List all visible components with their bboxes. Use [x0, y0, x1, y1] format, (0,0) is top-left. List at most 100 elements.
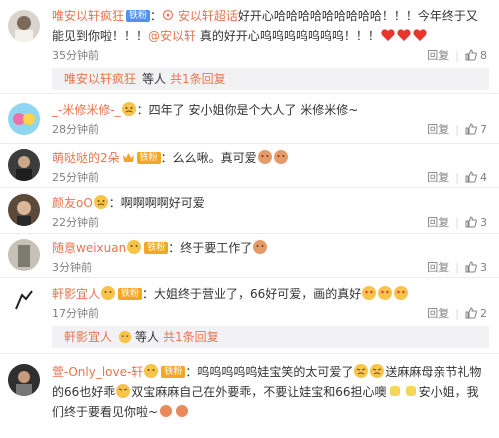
reply-button[interactable]: 回复: [427, 123, 449, 136]
comment-time: 17分钟前: [52, 307, 99, 320]
like-button[interactable]: 4: [465, 171, 487, 184]
avatar[interactable]: [8, 239, 40, 271]
reply-button[interactable]: 回复: [427, 171, 449, 184]
comment-username[interactable]: 萌哒哒的2朵: [52, 151, 120, 165]
emoji-cry-icon: [144, 364, 159, 378]
comment-time: 35分钟前: [52, 49, 99, 62]
avatar[interactable]: [8, 285, 40, 317]
emoji-cry-icon: [370, 364, 385, 378]
like-thumb-icon: [465, 123, 477, 135]
avatar[interactable]: [8, 10, 40, 42]
comment-item: 唯安以轩疯狂 铁粉： 安以轩超话好开心哈哈哈哈哈哈哈哈哈！！！今年终于又能见到你啦…: [0, 0, 499, 94]
comment-text: _-米修米修-_ ：四年了 安小姐你是个大人了 米修米修~: [52, 102, 359, 117]
heart-icon: [397, 29, 411, 41]
fan-badge: 铁粉: [136, 152, 161, 164]
emoji-cry-icon: [127, 240, 142, 254]
comment-item: 軒影宜人 铁粉 ：大姐终于营业了，66好可爱，画的真好 17分钟前 回复 | 2 軒影宜…: [0, 278, 499, 354]
fan-badge: 铁粉: [161, 366, 186, 378]
comment-time: 25分钟前: [52, 171, 99, 184]
comment-meta: 28分钟前 回复 | 7: [52, 120, 489, 140]
comment-username[interactable]: 萱-Only_love-轩: [52, 365, 143, 379]
avatar[interactable]: [8, 364, 40, 396]
like-thumb-icon: [465, 261, 477, 273]
reply-count-link[interactable]: 共1条回复: [163, 330, 219, 344]
emoji-heart-icon: [378, 286, 393, 300]
reply-count-link[interactable]: 共1条回复: [170, 72, 226, 86]
fan-badge: 铁粉: [144, 242, 169, 254]
heart-icon: [381, 29, 395, 41]
comment-time: 28分钟前: [52, 123, 99, 136]
comment-text: 萌哒哒的2朵 铁粉 ：么么啾。真可爱: [52, 148, 489, 168]
comment-meta: 17分钟前 回复 | 2: [52, 304, 489, 324]
like-button[interactable]: 3: [465, 216, 487, 229]
vip-crown-icon: [122, 153, 134, 162]
comment-text: 唯安以轩疯狂 铁粉： 安以轩超话好开心哈哈哈哈哈哈哈哈哈！！！今年终于又能见到你啦…: [52, 9, 478, 43]
like-thumb-icon: [465, 49, 477, 61]
mention-link[interactable]: @安以轩: [148, 29, 196, 43]
emoji-cry-icon: [116, 384, 131, 398]
emoji-hand-icon: [405, 386, 416, 396]
like-button[interactable]: 7: [465, 123, 487, 136]
comment-item: _-米修米修-_ ：四年了 安小姐你是个大人了 米修米修~ 28分钟前 回复 | 7: [0, 94, 499, 144]
fan-badge: 铁粉: [126, 10, 151, 22]
emoji-hand-icon: [176, 405, 189, 417]
like-thumb-icon: [465, 307, 477, 319]
comment-actions: 回复 | 4: [427, 171, 487, 184]
topic-link[interactable]: 安以轩超话: [162, 9, 238, 23]
reply-summary[interactable]: 軒影宜人 等人 共1条回复: [52, 326, 489, 348]
reply-button[interactable]: 回复: [427, 261, 449, 274]
comment-text: 随意weixuan 铁粉 ：终于要工作了: [52, 238, 489, 258]
emoji-hand-icon: [257, 150, 272, 164]
comment-meta: 22分钟前 回复 | 3: [52, 213, 489, 233]
reply-summary-user[interactable]: 唯安以轩疯狂: [64, 72, 136, 86]
emoji-hand-icon: [389, 386, 400, 396]
comment-actions: 回复 | 3: [427, 216, 487, 229]
comment-actions: 回复 | 2: [427, 307, 487, 320]
like-thumb-icon: [465, 171, 477, 183]
comment-time: 3分钟前: [52, 261, 92, 274]
like-button[interactable]: 2: [465, 307, 487, 320]
reply-button[interactable]: 回复: [427, 49, 449, 62]
comment-text: 軒影宜人 铁粉 ：大姐终于营业了，66好可爱，画的真好: [52, 284, 489, 304]
like-thumb-icon: [465, 216, 477, 228]
avatar[interactable]: [8, 149, 40, 181]
comment-username[interactable]: 颜友oO: [52, 196, 93, 210]
emoji-cry-icon: [354, 364, 369, 378]
comment-username[interactable]: 唯安以轩疯狂: [52, 9, 124, 23]
emoji-heart-icon: [394, 286, 409, 300]
fan-badge: 铁粉: [118, 288, 143, 300]
reply-summary-user[interactable]: 軒影宜人: [64, 330, 112, 344]
avatar[interactable]: [8, 194, 40, 226]
comment-actions: 回复 | 3: [427, 261, 487, 274]
comment-item: 萌哒哒的2朵 铁粉 ：么么啾。真可爱 25分钟前 回复 | 4: [0, 144, 499, 188]
like-button[interactable]: 8: [465, 49, 487, 62]
emoji-heart-icon: [362, 286, 377, 300]
comment-actions: 回复 | 7: [427, 123, 487, 136]
emoji-cry-icon: [118, 330, 132, 344]
reply-summary[interactable]: 唯安以轩疯狂 等人 共1条回复: [52, 68, 489, 90]
emoji-cry-icon: [93, 195, 108, 209]
emoji-cry-icon: [121, 102, 136, 116]
emoji-hand-icon: [273, 150, 288, 164]
comment-actions: 回复 | 8: [427, 49, 487, 62]
comment-time: 22分钟前: [52, 216, 99, 229]
comment-meta: 25分钟前 回复 | 4: [52, 168, 489, 188]
comment-item: 随意weixuan 铁粉 ：终于要工作了 3分钟前 回复 | 3: [0, 234, 499, 278]
like-button[interactable]: 3: [465, 261, 487, 274]
comment-meta: 35分钟前 回复 | 8: [52, 46, 489, 66]
comment-username[interactable]: 随意weixuan: [52, 241, 126, 255]
reply-button[interactable]: 回复: [427, 307, 449, 320]
comment-item: 颜友oO ：啊啊啊啊好可爱 22分钟前 回复 | 3: [0, 188, 499, 234]
comment-username[interactable]: _-米修米修-_: [52, 103, 121, 117]
heart-icon: [413, 29, 427, 41]
comment-text: 萱-Only_love-轩 铁粉 ：呜呜呜呜呜娃宝笑的太可爱了 送麻麻母亲节礼物的66…: [52, 364, 482, 419]
comment-text: 颜友oO ：啊啊啊啊好可爱: [52, 195, 205, 210]
emoji-hand-icon: [160, 405, 173, 417]
avatar[interactable]: [8, 103, 40, 135]
emoji-hand-icon: [253, 240, 268, 254]
reply-button[interactable]: 回复: [427, 216, 449, 229]
comment-item: 萱-Only_love-轩 铁粉 ：呜呜呜呜呜娃宝笑的太可爱了 送麻麻母亲节礼物的66…: [0, 354, 499, 432]
emoji-cry-icon: [101, 286, 116, 300]
comment-username[interactable]: 軒影宜人: [52, 287, 100, 301]
comment-meta: 3分钟前 回复 | 3: [52, 258, 489, 278]
